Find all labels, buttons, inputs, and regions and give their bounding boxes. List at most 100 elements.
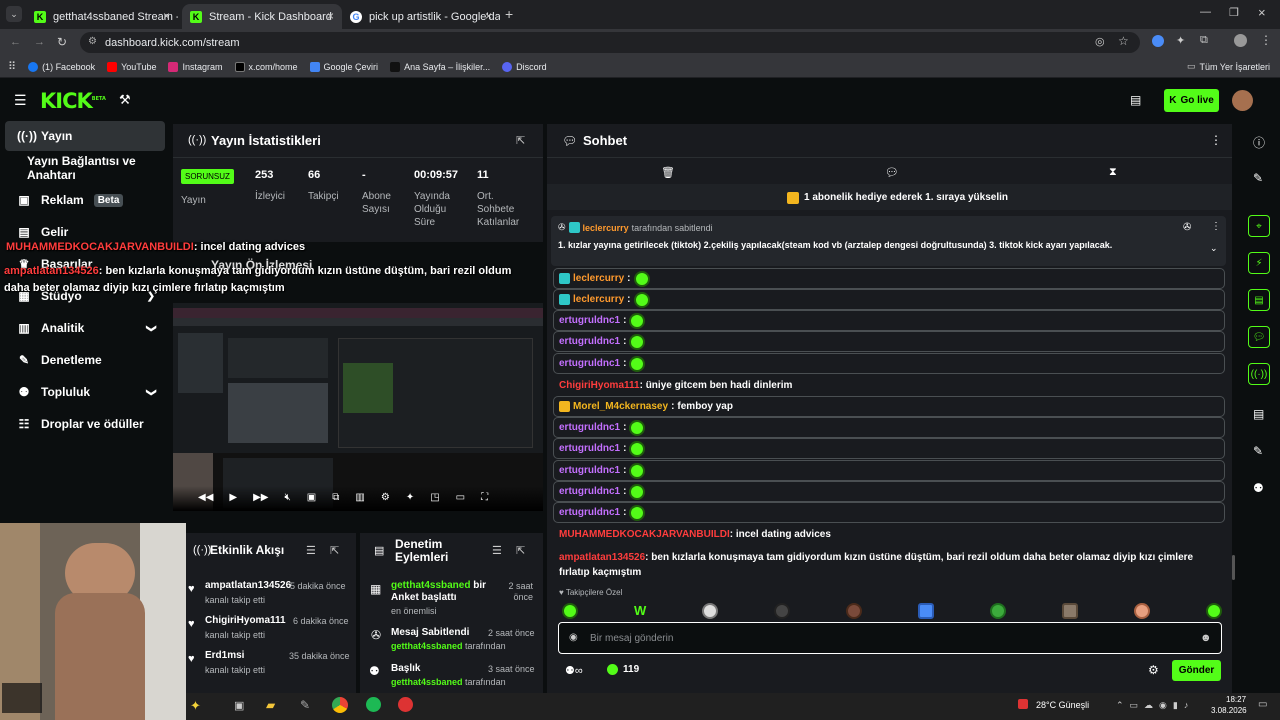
all-bookmarks[interactable]: ▭ Tüm Yer İşaretleri [1187, 61, 1270, 72]
browser-menu-icon[interactable]: ⋮ [1260, 33, 1272, 47]
pinned-menu-icon[interactable]: ⋮ [1211, 221, 1221, 232]
close-tab-icon[interactable]: × [485, 9, 492, 23]
go-live-button[interactable]: K Go live [1164, 89, 1219, 112]
pip-icon[interactable]: ◳ [430, 492, 439, 503]
chat-message[interactable]: ertugruldnc1: [553, 353, 1225, 374]
close-window-button[interactable]: × [1258, 5, 1266, 20]
lightning-icon[interactable]: ⚡︎ [1248, 252, 1270, 274]
forward-icon[interactable]: ▶▶ [253, 492, 268, 503]
sidebar-item-topluluk[interactable]: ⚉ Topluluk ❯ [5, 377, 165, 407]
url-field[interactable]: ⚙ dashboard.kick.com/stream ◎ ☆ [80, 32, 1140, 53]
emote-icon[interactable] [1062, 603, 1079, 619]
bookmark-instagram[interactable]: Instagram [168, 61, 223, 72]
close-tab-icon[interactable]: × [327, 9, 334, 23]
mute-icon[interactable]: 🔇︎ [284, 492, 290, 503]
emote-icon[interactable] [846, 603, 863, 619]
hourglass-icon[interactable]: ⧗ [1109, 166, 1117, 179]
emote-icon[interactable] [1206, 603, 1222, 619]
expand-chevron-icon[interactable]: ⌄ [1210, 243, 1218, 254]
camera-icon[interactable]: ▣ [307, 492, 316, 503]
stream-preview[interactable]: ◀◀ ▶ ▶▶ 🔇︎ ▣ ⧉ ▥ ⚙ ✦ ◳ ▭ ⛶ [173, 303, 543, 511]
notification-icon[interactable]: ▭ [1258, 699, 1267, 710]
emote-icon[interactable] [918, 603, 935, 619]
profile-avatar[interactable] [1234, 34, 1247, 47]
tab-stream-watch[interactable]: K getthat4ssbaned Stream - Wat × [26, 4, 178, 29]
eye-off-icon[interactable]: ◎ [1095, 35, 1105, 48]
chat-message[interactable]: ertugruldnc1: [553, 481, 1225, 502]
chat-message[interactable]: ertugruldnc1: [553, 438, 1225, 459]
settings-icon[interactable]: ⚙ [381, 492, 390, 503]
bookmark-translate[interactable]: Google Çeviri [309, 61, 378, 72]
apps-grid-icon[interactable]: ⠿ [8, 60, 16, 73]
document-icon[interactable]: ▤ [1248, 289, 1270, 311]
widgets-icon[interactable]: ✦ [190, 698, 201, 714]
info-icon[interactable]: ⓘ [1253, 134, 1265, 151]
emote-icon[interactable] [562, 603, 578, 619]
extension-puzzle-icon[interactable]: ✦ [1176, 34, 1185, 47]
tab-kick-dashboard[interactable]: K Stream - Kick Dashboard × [182, 4, 342, 29]
stack-icon[interactable]: ▤ [1253, 407, 1264, 421]
chat-scrollbar[interactable] [1232, 555, 1235, 580]
file-explorer-icon[interactable]: ▰ [266, 698, 275, 712]
chat-message[interactable]: ertugruldnc1: [553, 502, 1225, 523]
weather-text[interactable]: 28°C Güneşli [1036, 700, 1089, 710]
sparkle-icon[interactable]: ✦ [406, 492, 414, 503]
clock-time[interactable]: 18:27 [1226, 695, 1246, 704]
close-tab-icon[interactable]: × [163, 9, 170, 23]
new-tab-button[interactable]: + [505, 6, 513, 22]
spotify-icon[interactable] [366, 697, 381, 712]
stats-icon[interactable]: ▥ [355, 492, 364, 503]
chat-message[interactable]: leclercurry: [553, 268, 1225, 289]
popout-icon[interactable]: ⇱ [330, 544, 339, 557]
chat-message[interactable]: ertugruldnc1: [553, 310, 1225, 331]
chat-rail-icon[interactable]: 💬︎ [1248, 326, 1270, 348]
emote-icon[interactable] [774, 603, 791, 619]
chat-message[interactable]: ampatlatan134526: ben kızlarla konuşmaya… [559, 550, 1199, 580]
chat-tab-icon[interactable]: 💬︎ [885, 166, 899, 179]
paint-icon[interactable]: ✎ [300, 698, 310, 712]
kick-logo[interactable]: KICKBETA [40, 89, 106, 113]
broadcast-rail-icon[interactable]: ((·)) [1248, 363, 1270, 385]
chat-message[interactable]: leclercurry: [553, 289, 1225, 310]
bookmark-iliskiler[interactable]: Ana Sayfa – İlişkiler... [390, 61, 490, 72]
site-info-icon[interactable]: ⚙ [88, 36, 97, 47]
chat-message[interactable]: ertugruldnc1: [553, 417, 1225, 438]
sidebar-item-reklam[interactable]: ▣ Reklam Beta [5, 185, 165, 215]
menu-icon[interactable]: ☰ [14, 92, 27, 109]
activity-user[interactable]: Erd1msi [205, 650, 244, 661]
popout-icon[interactable]: ⇱ [516, 134, 525, 147]
obs-icon[interactable] [398, 697, 413, 712]
forward-icon[interactable]: → [34, 36, 45, 48]
tab-search-icon[interactable]: ⌄ [6, 6, 22, 22]
extensions-icon[interactable]: ⧉ [1200, 34, 1208, 47]
filter-icon[interactable]: ☰ [306, 544, 316, 557]
user-avatar[interactable] [1232, 90, 1253, 111]
filter-icon[interactable]: ☰ [492, 544, 502, 557]
back-icon[interactable]: ← [10, 36, 21, 48]
sidebar-item-droplar[interactable]: ☷ Droplar ve ödüller [5, 409, 165, 439]
fullscreen-icon[interactable]: ⛶ [481, 492, 488, 503]
chrome-icon[interactable] [332, 697, 348, 713]
wrench-icon[interactable]: ✎ [1253, 444, 1263, 458]
community-icon[interactable]: ⚉∞ [565, 664, 583, 677]
play-icon[interactable]: ▶ [229, 492, 237, 503]
hammer-icon[interactable]: ⚒ [119, 92, 131, 108]
edit-icon[interactable]: ✎ [1253, 171, 1263, 185]
maximize-button[interactable]: ❐ [1229, 6, 1239, 19]
sidebar-item-stream-key[interactable]: Yayın Bağlantısı ve Anahtarı [5, 153, 165, 183]
chat-message[interactable]: ertugruldnc1: [553, 331, 1225, 352]
sidebar-item-denetleme[interactable]: ✎ Denetleme [5, 345, 165, 375]
emote-icon[interactable] [1134, 603, 1151, 619]
task-view-icon[interactable]: ▣ [234, 699, 244, 712]
w-emote-icon[interactable]: W [634, 603, 646, 619]
theater-icon[interactable]: ▭ [456, 492, 465, 503]
tray-icons[interactable]: ⌃▭☁◉▮♪ [1116, 700, 1194, 711]
unpin-icon[interactable]: ✇ [1183, 222, 1191, 233]
popout-icon[interactable]: ⇱ [516, 544, 525, 557]
chat-message[interactable]: ertugruldnc1: [553, 460, 1225, 481]
minimize-button[interactable]: — [1200, 6, 1211, 18]
tab-google-search[interactable]: G pick up artistlik - Google'da Ara × [342, 4, 500, 29]
chat-message[interactable]: Morel_M4ckernasey: femboy yap [553, 396, 1225, 417]
bookmark-discord[interactable]: Discord [502, 61, 547, 72]
rewind-icon[interactable]: ◀◀ [198, 492, 213, 503]
